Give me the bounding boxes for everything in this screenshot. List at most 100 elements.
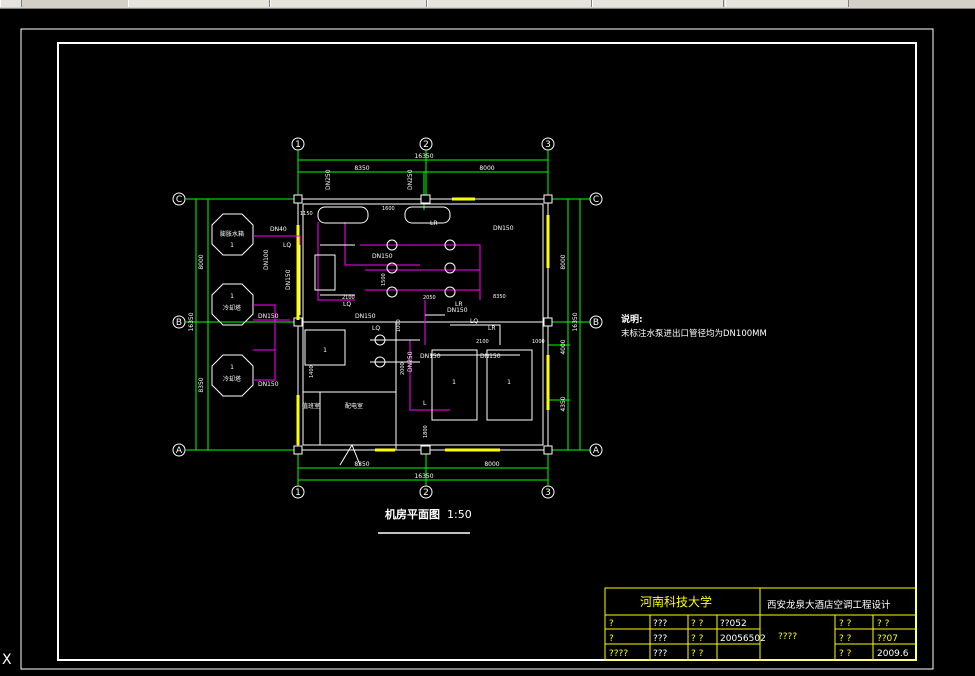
tb-right-4: ? ? bbox=[877, 619, 890, 629]
toolbar-button[interactable] bbox=[725, 0, 849, 7]
pipe-dn150-e: DN150 bbox=[372, 253, 393, 260]
dim-bottom-right: 8000 bbox=[484, 461, 499, 468]
pipe-dn150-b: DN150 bbox=[258, 381, 279, 388]
pipe-lq-c: LQ bbox=[372, 325, 380, 332]
dim-misc-6: 2100 bbox=[476, 339, 489, 345]
plan-title: 机房平面图 bbox=[385, 507, 440, 521]
pipe-dn250-b: DN250 bbox=[407, 169, 414, 190]
grid-row-c: C bbox=[176, 195, 182, 205]
dim-misc-8: 1400 bbox=[309, 365, 315, 378]
tank-water-label: 1 bbox=[323, 347, 327, 354]
grid-col-3-bottom: 3 bbox=[545, 488, 551, 498]
dim-misc-4: 8350 bbox=[493, 294, 506, 300]
toolbar-button[interactable] bbox=[427, 0, 592, 7]
notes-title: 说明: bbox=[621, 313, 643, 325]
tb-right-0: ? ? bbox=[839, 619, 852, 629]
dim-misc-5: 1000 bbox=[532, 339, 545, 345]
dim-misc-11: 1000 bbox=[396, 319, 402, 332]
dim-misc-10: 2000 bbox=[400, 362, 406, 375]
tb-right-2: ? ? bbox=[839, 649, 852, 659]
toolbar-button[interactable] bbox=[0, 0, 22, 7]
grid-row-b: B bbox=[176, 318, 182, 328]
toolbar bbox=[0, 0, 975, 9]
dim-left-total: 16350 bbox=[188, 312, 195, 331]
tb-r3-1: ??? bbox=[653, 649, 668, 659]
tb-r1-2: ? ? bbox=[691, 619, 704, 629]
pipe-dn250-a: DN250 bbox=[325, 169, 332, 190]
pipe-dn150-g: DN150 bbox=[447, 307, 468, 314]
dim-top-left: 8350 bbox=[354, 165, 369, 172]
dim-misc-9: 1800 bbox=[423, 425, 429, 438]
pipe-l: L bbox=[423, 400, 427, 407]
dim-top-total: 16350 bbox=[414, 153, 433, 160]
toolbar-button[interactable] bbox=[270, 0, 427, 7]
pipe-dn150-d: DN150 bbox=[493, 225, 514, 232]
pipe-dn40: DN40 bbox=[270, 226, 287, 233]
plan-scale: 1:50 bbox=[447, 508, 472, 521]
tb-right-5: 2009.6 bbox=[877, 649, 909, 659]
tb-right-3: ??07 bbox=[877, 634, 898, 644]
dim-left-upper: 8000 bbox=[198, 254, 205, 269]
room-duty: 值班室 bbox=[302, 402, 320, 410]
dim-bottom-left: 8350 bbox=[354, 461, 369, 468]
tb-r2-3: 20056502 bbox=[720, 634, 766, 644]
pipe-lr-b: LR bbox=[455, 301, 463, 308]
grid-col-2: 2 bbox=[423, 140, 429, 150]
pipe-dn150-f: DN150 bbox=[355, 313, 376, 320]
dim-misc-1: 1600 bbox=[382, 206, 395, 212]
tb-r1-0: ? bbox=[609, 619, 614, 629]
room-office: 配电室 bbox=[345, 402, 363, 410]
tank-expansion-num: 1 bbox=[230, 242, 234, 249]
dim-right-upper: 8000 bbox=[560, 254, 567, 269]
pipe-dn150-i: DN150 bbox=[480, 353, 501, 360]
pipe-lr-c: LR bbox=[488, 325, 496, 332]
grid-row-a: A bbox=[176, 446, 183, 456]
pipe-dn250-c: DN250 bbox=[407, 351, 414, 372]
grid-row-a-right: A bbox=[593, 446, 600, 456]
title-school: 河南科技大学 bbox=[640, 594, 712, 609]
grid-col-1-bottom: 1 bbox=[295, 488, 301, 498]
pipe-dn150-c: DN150 bbox=[285, 269, 292, 290]
tank-cooling2-num: 1 bbox=[230, 364, 234, 371]
tank-expansion-label: 膨胀水箱 bbox=[220, 230, 244, 238]
tank-cooling2-label: 冷却塔 bbox=[223, 375, 241, 383]
pipe-lr-a: LR bbox=[430, 220, 438, 227]
title-project: 西安龙泉大酒店空调工程设计 bbox=[767, 599, 891, 611]
dim-right-total: 16350 bbox=[572, 312, 579, 331]
pipe-lq-a: LQ bbox=[283, 242, 291, 249]
outer-frame bbox=[20, 28, 934, 670]
tank-cooling1-label: 冷却塔 bbox=[223, 304, 241, 312]
grid-col-2-bottom: 2 bbox=[423, 488, 429, 498]
pipe-lq-d: LQ bbox=[470, 318, 478, 325]
pipe-lq-b: LQ bbox=[343, 301, 351, 308]
pipe-dn150-h: DN150 bbox=[420, 353, 441, 360]
tb-r1-1: ??? bbox=[653, 619, 668, 629]
notes-body: 末标注水泵进出口管径均为DN100MM bbox=[621, 328, 767, 339]
tb-mid: ???? bbox=[778, 632, 797, 642]
tb-r3-2: ? ? bbox=[691, 649, 704, 659]
toolbar-button[interactable] bbox=[128, 0, 270, 7]
cad-drawing: 1 2 3 1 2 3 C B A C B A 8350 8000 16350 … bbox=[2, 28, 934, 670]
chiller-1-label: 1 bbox=[452, 379, 456, 386]
grid-col-1: 1 bbox=[295, 140, 301, 150]
tb-right-1: ? ? bbox=[839, 634, 852, 644]
grid-row-b-right: B bbox=[593, 318, 599, 328]
crosshair-cursor: X bbox=[2, 652, 12, 668]
pipe-dn100: DN100 bbox=[263, 249, 270, 270]
dim-misc-7: 1500 bbox=[381, 273, 387, 286]
chiller-2-label: 1 bbox=[507, 379, 511, 386]
tb-r2-0: ? bbox=[609, 634, 614, 644]
dim-left-lower: 8350 bbox=[198, 377, 205, 392]
tb-r2-1: ??? bbox=[653, 634, 668, 644]
tb-r3-0: ???? bbox=[609, 649, 628, 659]
tank-cooling1-num: 1 bbox=[230, 293, 234, 300]
cad-drawing-viewport[interactable]: 1 2 3 1 2 3 C B A C B A 8350 8000 16350 … bbox=[0, 9, 975, 676]
toolbar-button[interactable] bbox=[592, 0, 724, 7]
tb-r1-3: ??052 bbox=[720, 619, 747, 629]
dim-misc-2: 2100 bbox=[342, 295, 355, 301]
dim-right-lower: 4350 bbox=[560, 396, 567, 411]
dim-misc-0: 1150 bbox=[300, 211, 313, 217]
dim-top-right: 8000 bbox=[479, 165, 494, 172]
dim-misc-3: 2050 bbox=[423, 295, 436, 301]
grid-col-3: 3 bbox=[545, 140, 551, 150]
